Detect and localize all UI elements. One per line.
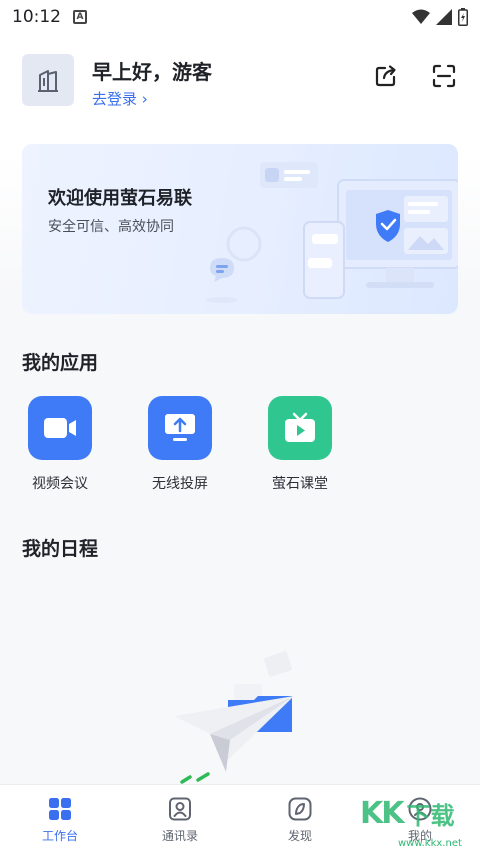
app-video-meeting[interactable]: 视频会议 bbox=[20, 396, 100, 493]
watermark-url: www.kkx.net bbox=[398, 838, 462, 849]
app-wireless-cast[interactable]: 无线投屏 bbox=[140, 396, 220, 493]
login-link[interactable]: 去登录 › bbox=[92, 88, 148, 109]
wifi-icon bbox=[412, 9, 430, 24]
collaboration-illustration bbox=[206, 162, 458, 303]
banner-title: 欢迎使用萤石易联 bbox=[48, 188, 192, 209]
tab-label: 发现 bbox=[287, 829, 312, 843]
banner-subtitle: 安全可信、高效协同 bbox=[48, 219, 174, 235]
header-actions bbox=[372, 62, 458, 90]
share-button[interactable] bbox=[372, 62, 400, 90]
watermark-logo: KK bbox=[360, 796, 404, 831]
status-icons bbox=[412, 8, 468, 26]
building-icon bbox=[38, 70, 58, 92]
signal-icon bbox=[436, 9, 452, 25]
battery-icon bbox=[458, 8, 468, 26]
grid-icon bbox=[49, 798, 71, 820]
scan-icon bbox=[432, 64, 456, 88]
user-header: 早上好，游客 去登录 › bbox=[22, 54, 458, 110]
paper-plane-illustration bbox=[174, 651, 294, 784]
my-schedule-title: 我的日程 bbox=[22, 538, 99, 560]
a-notification-icon: A bbox=[73, 10, 87, 24]
tab-contacts[interactable]: 通讯录 bbox=[120, 785, 240, 852]
contacts-icon bbox=[169, 797, 191, 821]
greeting-text: 早上好，游客 bbox=[92, 60, 212, 84]
tab-label: 通讯录 bbox=[161, 829, 198, 843]
my-apps-grid: 视频会议 无线投屏 萤石课堂 bbox=[22, 396, 458, 496]
app-label: 无线投屏 bbox=[152, 476, 208, 492]
my-apps-title: 我的应用 bbox=[22, 352, 99, 374]
status-bar: 10:12 A bbox=[0, 0, 480, 34]
scan-button[interactable] bbox=[430, 62, 458, 90]
video-camera-icon bbox=[28, 396, 92, 460]
tv-play-icon bbox=[268, 396, 332, 460]
tab-label: 工作台 bbox=[41, 829, 78, 843]
compass-icon bbox=[288, 797, 312, 821]
tab-workbench[interactable]: 工作台 bbox=[0, 785, 120, 852]
app-ezviz-class[interactable]: 萤石课堂 bbox=[260, 396, 340, 493]
tab-discover[interactable]: 发现 bbox=[240, 785, 360, 852]
welcome-banner[interactable]: 欢迎使用萤石易联 安全可信、高效协同 bbox=[22, 144, 458, 314]
app-label: 萤石课堂 bbox=[272, 476, 328, 492]
watermark-text: 下载 bbox=[406, 802, 455, 830]
screen-cast-icon bbox=[148, 396, 212, 460]
kkx-watermark: KK 下载 bbox=[360, 796, 455, 831]
avatar[interactable] bbox=[22, 54, 74, 106]
share-icon bbox=[375, 65, 396, 87]
status-time: 10:12 bbox=[12, 7, 61, 27]
app-label: 视频会议 bbox=[32, 476, 88, 492]
